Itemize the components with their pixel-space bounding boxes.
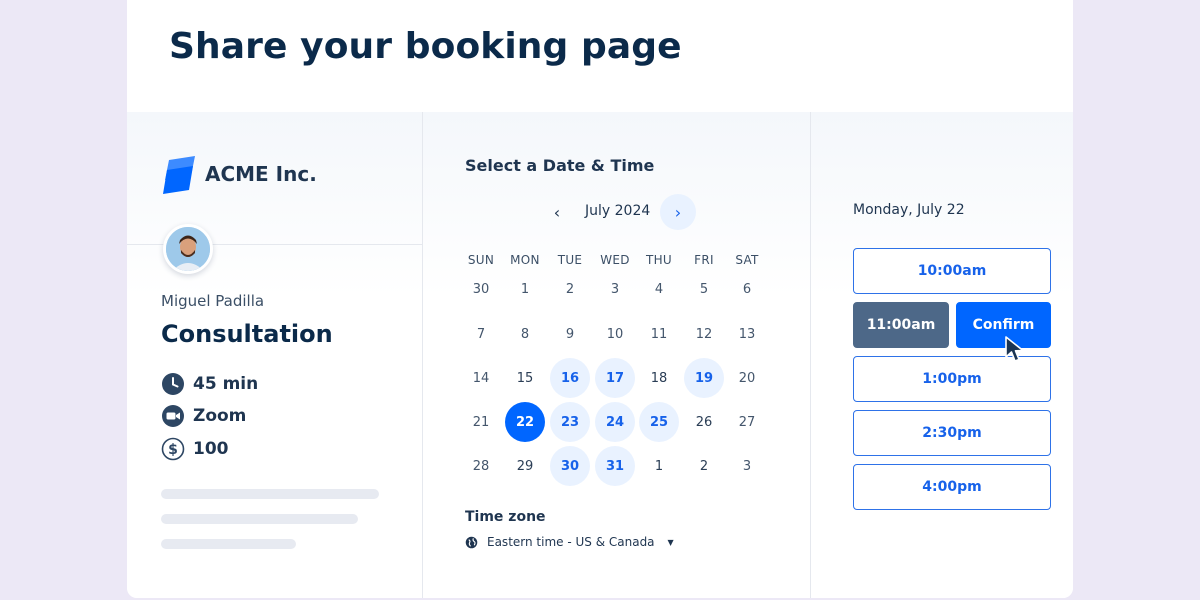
timezone-label: Time zone [465,509,546,525]
page-headline: Share your booking page [169,26,682,67]
calendar-title: Select a Date & Time [465,156,655,175]
host-name: Miguel Padilla [161,292,265,310]
calendar-day: 7 [476,326,486,342]
calendar-day: 10 [606,326,624,342]
weekday-header: WED [600,253,630,267]
calendar-day: 26 [695,414,713,430]
chevron-right-icon: › [674,202,682,222]
timezone-select[interactable]: Eastern time - US & Canada ▼ [465,535,674,549]
avatar [163,224,213,274]
svg-text:$: $ [168,442,178,458]
calendar-day-available[interactable]: 30 [550,446,590,486]
calendar-day: 13 [738,326,756,342]
caret-down-icon: ▼ [667,537,674,547]
event-title: Consultation [161,320,333,348]
calendar-day-available[interactable]: 16 [550,358,590,398]
calendar-day: 3 [742,458,752,474]
calendar-day: 4 [654,281,664,297]
dollar-icon: $ [161,437,185,461]
calendar-day-available[interactable]: 23 [550,402,590,442]
price-detail: $ 100 [161,437,229,461]
calendar-day: 27 [738,414,756,430]
weekday-header: TUE [557,253,583,267]
column-divider [810,112,811,598]
selected-date-label: Monday, July 22 [853,202,965,218]
calendar-day: 1 [654,458,664,474]
calendar-day: 3 [610,281,620,297]
video-camera-icon [162,405,184,427]
calendar-day: 20 [738,370,756,386]
booking-card: Share your booking page ACME Inc. Miguel… [127,0,1073,598]
calendar-day-available[interactable]: 31 [595,446,635,486]
next-month-button[interactable]: › [660,194,696,230]
clock-icon [162,373,184,395]
duration-detail: 45 min [161,372,258,396]
company-name: ACME Inc. [205,162,317,186]
calendar-day: 6 [742,281,752,297]
globe-icon [465,536,478,548]
time-slot-1000am[interactable]: 10:00am [853,248,1051,294]
calendar-day: 2 [565,281,575,297]
calendar-day-available[interactable]: 17 [595,358,635,398]
calendar-day-available[interactable]: 25 [639,402,679,442]
calendar-day: 5 [699,281,709,297]
weekday-header: THU [645,253,673,267]
calendar-day: 29 [516,458,534,474]
time-slot-400pm[interactable]: 4:00pm [853,464,1051,510]
price-text: 100 [193,439,229,459]
duration-text: 45 min [193,374,259,394]
chevron-left-icon: ‹ [553,202,561,222]
calendar-day: 18 [650,370,668,386]
calendar-day: 21 [472,414,490,430]
calendar-day: 14 [472,370,490,386]
calendar-day: 28 [472,458,490,474]
calendar-day: 8 [520,326,530,342]
location-detail: Zoom [161,404,246,428]
column-divider [422,112,423,598]
calendar-day: 2 [699,458,709,474]
calendar-day-selected[interactable]: 22 [505,402,545,442]
prev-month-button[interactable]: ‹ [545,200,569,224]
mouse-pointer-icon [1005,336,1024,362]
location-text: Zoom [193,406,247,426]
weekday-header: MON [510,253,540,267]
time-slot-1100am-selected[interactable]: 11:00am [853,302,949,348]
weekday-header: SAT [735,253,759,267]
calendar-day: 1 [520,281,530,297]
month-label: July 2024 [585,203,651,219]
acme-logo-icon [163,156,195,194]
timezone-value: Eastern time - US & Canada [487,535,655,549]
placeholder-line [161,514,358,524]
calendar-day: 11 [650,326,668,342]
placeholder-line [161,539,296,549]
calendar-day-available[interactable]: 24 [595,402,635,442]
calendar-day: 9 [565,326,575,342]
calendar-day: 12 [695,326,713,342]
weekday-header: SUN [467,253,495,267]
placeholder-line [161,489,379,499]
calendar-day: 15 [516,370,534,386]
calendar-day-available[interactable]: 19 [684,358,724,398]
booking-widget: ACME Inc. Miguel Padilla Consultation 45… [127,112,1073,598]
time-slot-230pm[interactable]: 2:30pm [853,410,1051,456]
calendar-day: 30 [472,281,490,297]
